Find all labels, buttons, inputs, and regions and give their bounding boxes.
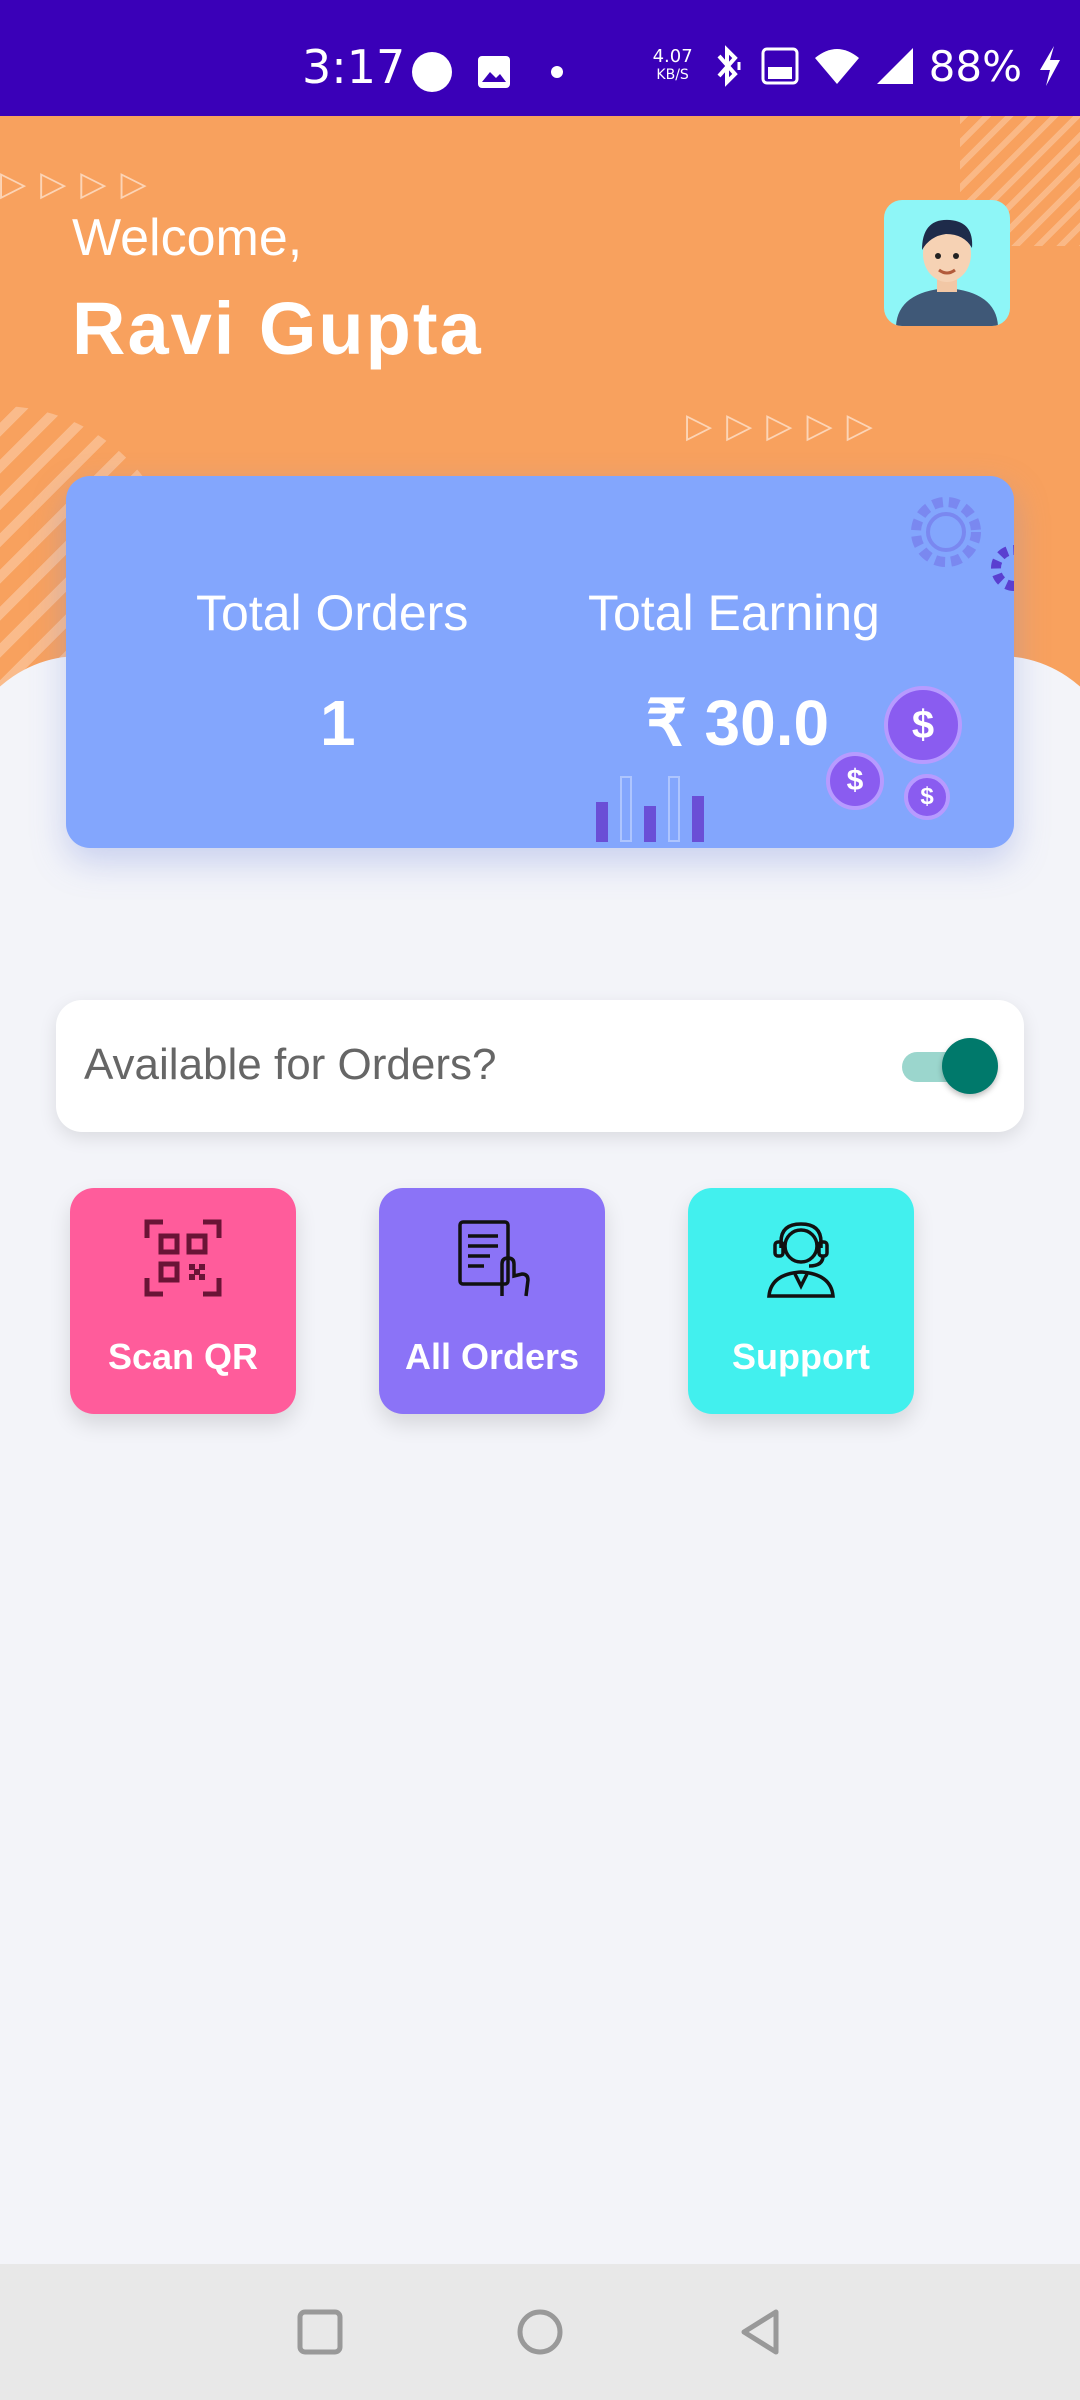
speed-unit: KB/S xyxy=(656,67,689,83)
availability-card: Available for Orders? xyxy=(56,1000,1024,1132)
stats-card: Total Orders 1 Total Earning ₹ 30.0 $ $ … xyxy=(66,476,1014,848)
triangle-decoration: ▷▷▷▷▷ xyxy=(686,407,887,445)
user-name: Ravi Gupta xyxy=(72,287,483,370)
coin-icon: $ xyxy=(904,774,950,820)
volte-icon xyxy=(761,47,799,85)
avatar-icon xyxy=(896,219,998,326)
welcome-text: Welcome, xyxy=(72,209,303,267)
qr-code-icon xyxy=(144,1219,222,1297)
total-earning-value: ₹ 30.0 xyxy=(646,687,830,759)
availability-label: Available for Orders? xyxy=(84,1040,497,1089)
support-label: Support xyxy=(732,1336,870,1377)
total-orders-label: Total Orders xyxy=(196,585,469,641)
navigation-bar xyxy=(0,2264,1080,2400)
notification-icons xyxy=(410,48,572,96)
order-list-icon xyxy=(458,1220,530,1297)
scan-qr-label: Scan QR xyxy=(107,1336,259,1377)
gear-icon xyxy=(911,497,1014,591)
all-orders-button[interactable]: All Orders xyxy=(379,1188,605,1414)
total-earning-label: Total Earning xyxy=(588,585,880,641)
toggle-thumb xyxy=(942,1038,998,1094)
bluetooth-icon xyxy=(717,45,741,87)
dot-icon xyxy=(551,66,563,78)
battery-percent: 88% xyxy=(928,41,1022,91)
coin-icon: $ xyxy=(826,752,884,810)
speed-value: 4.07 xyxy=(652,46,693,67)
circle-icon xyxy=(412,52,452,92)
status-bar: 3:17 4.07 KB/S 88% xyxy=(0,0,1080,116)
charging-icon xyxy=(1040,46,1060,86)
avatar[interactable] xyxy=(884,200,1010,326)
total-orders-value: 1 xyxy=(320,687,356,759)
availability-toggle[interactable] xyxy=(896,1038,998,1094)
image-icon xyxy=(478,56,510,88)
all-orders-label: All Orders xyxy=(404,1336,580,1377)
coin-icon: $ xyxy=(884,686,962,764)
scan-qr-button[interactable]: Scan QR xyxy=(70,1188,296,1414)
triangle-decoration: ▷▷▷▷ xyxy=(0,165,161,203)
system-icons: 4.07 KB/S 88% xyxy=(653,36,1064,96)
status-time: 3:17 xyxy=(302,40,406,94)
back-icon[interactable] xyxy=(730,2302,790,2362)
home-icon[interactable] xyxy=(510,2302,570,2362)
wifi-icon xyxy=(814,49,859,84)
chart-decoration xyxy=(596,776,704,842)
network-speed: 4.07 KB/S xyxy=(653,48,693,84)
signal-icon xyxy=(876,48,913,84)
support-button[interactable]: Support xyxy=(688,1188,914,1414)
recent-apps-icon[interactable] xyxy=(290,2302,350,2362)
support-agent-icon xyxy=(767,1222,835,1298)
